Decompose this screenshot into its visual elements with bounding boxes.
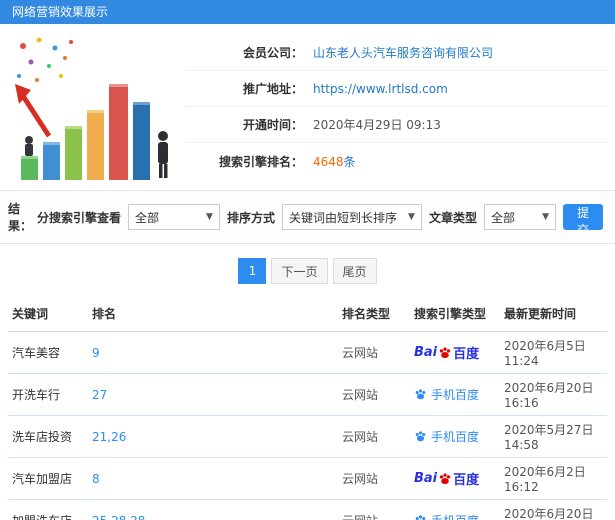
rank-count: 4648	[313, 154, 344, 169]
engine-filter-label: 分搜索引擎查看	[36, 210, 121, 225]
info-row-company: 会员公司： 山东老人头汽车服务咨询有限公司	[185, 35, 609, 71]
member-info-list: 会员公司： 山东老人头汽车服务咨询有限公司 推广地址： https://www.…	[185, 35, 615, 179]
next-page-button[interactable]: 下一页	[271, 258, 328, 284]
engine-cell: Bai 百度	[410, 457, 500, 500]
keyword-cell: 汽车美容	[8, 331, 88, 374]
rank-cell: 9	[88, 331, 338, 374]
filter-controls: 分搜索引擎查看 全部 ▼ 排序方式 关键词由短到长排序 ▼ 文章类型 全部 ▼ …	[36, 204, 607, 237]
last-page-button[interactable]: 尾页	[332, 258, 377, 284]
page-title: 网络营销效果展示	[12, 5, 109, 19]
sort-value: 关键词由短到长排序	[288, 210, 397, 225]
article-type-value: 全部	[490, 210, 515, 225]
engine-rank-label: 搜索引擎排名：	[218, 154, 303, 169]
table-header-row: 关键词 排名 排名类型 搜索引擎类型 最新更新时间	[8, 296, 607, 332]
rank-type-cell: 云网站	[338, 415, 410, 458]
baidu-logo: Bai 百度	[414, 471, 480, 488]
info-row-engine-rank: 搜索引擎排名： 4648条	[185, 143, 609, 179]
table-row: 汽车加盟店 8 云网站 Bai 百度 2020年6月2日 16:12	[8, 457, 607, 500]
mobile-baidu-paw-icon	[415, 388, 426, 399]
mobile-baidu-logo: 手机百度	[414, 512, 479, 520]
rank-type-cell: 云网站	[338, 331, 410, 374]
article-type-label: 文章类型	[428, 210, 477, 225]
header-rank-type: 排名类型	[338, 296, 410, 332]
engine-cell: Bai 百度	[410, 331, 500, 374]
engine-rank-value: 4648条	[313, 153, 356, 170]
keyword-cell: 加盟洗车店	[8, 499, 88, 520]
keyword-cell: 汽车加盟店	[8, 457, 88, 500]
engine-cell: 手机百度	[410, 499, 500, 520]
bar-chart-graphic	[14, 37, 168, 180]
updated-cell: 2020年6月20日 16:16	[500, 373, 607, 416]
results-filter-bar: 结果： 分搜索引擎查看 全部 ▼ 排序方式 关键词由短到长排序 ▼ 文章类型 全…	[0, 190, 615, 244]
table-row: 洗车店投资 21,26 云网站 手机百度 2020年5月27日 14:58	[8, 415, 607, 458]
keyword-rank-table: 关键词 排名 排名类型 搜索引擎类型 最新更新时间 汽车美容 9 云网站 Bai…	[8, 296, 607, 520]
updated-cell: 2020年6月20日 16:11	[500, 499, 607, 520]
header-keyword: 关键词	[8, 296, 88, 332]
table-row: 开洗车行 27 云网站 手机百度 2020年6月20日 16:16	[8, 373, 607, 416]
table-row: 加盟洗车店 25,28,28 云网站 手机百度 2020年6月20日 16:11	[8, 499, 607, 520]
rank-cell: 21,26	[88, 415, 338, 458]
mobile-baidu-paw-icon	[415, 514, 426, 520]
engine-filter-select[interactable]: 全部 ▼	[127, 204, 220, 230]
rank-type-cell: 云网站	[338, 499, 410, 520]
page-1-button[interactable]: 1	[238, 258, 267, 284]
article-type-select[interactable]: 全部 ▼	[483, 204, 556, 230]
header-rank: 排名	[88, 296, 338, 332]
rank-cell: 8	[88, 457, 338, 500]
baidu-paw-icon	[439, 472, 451, 484]
updated-cell: 2020年6月5日 11:24	[500, 331, 607, 374]
keyword-cell: 洗车店投资	[8, 415, 88, 458]
rank-cell: 27	[88, 373, 338, 416]
mobile-baidu-paw-icon	[415, 430, 426, 441]
keyword-cell: 开洗车行	[8, 373, 88, 416]
header-engine: 搜索引擎类型	[410, 296, 500, 332]
open-time-value: 2020年4月29日 09:13	[313, 118, 441, 132]
pagination: 1 下一页 尾页	[0, 258, 615, 284]
company-label: 会员公司：	[242, 46, 303, 60]
chevron-down-icon: ▼	[542, 212, 549, 222]
engine-cell: 手机百度	[410, 415, 500, 458]
results-section-label: 结果：	[8, 202, 33, 233]
company-link[interactable]: 山东老人头汽车服务咨询有限公司	[313, 44, 493, 61]
sort-label: 排序方式	[226, 210, 275, 225]
page-title-bar: 网络营销效果展示	[0, 0, 615, 24]
submit-button[interactable]: 提交	[562, 204, 603, 237]
baidu-paw-icon	[439, 346, 451, 358]
rank-type-cell: 云网站	[338, 373, 410, 416]
updated-cell: 2020年5月27日 14:58	[500, 415, 607, 458]
promo-url-label: 推广地址：	[242, 82, 303, 96]
mobile-baidu-logo: 手机百度	[414, 386, 479, 403]
updated-cell: 2020年6月2日 16:12	[500, 457, 607, 500]
member-info-section: 会员公司： 山东老人头汽车服务咨询有限公司 推广地址： https://www.…	[0, 24, 615, 190]
rank-unit: 条	[343, 154, 356, 169]
baidu-logo: Bai 百度	[414, 345, 480, 362]
growth-chart-illustration	[0, 32, 185, 182]
rank-cell: 25,28,28	[88, 499, 338, 520]
chevron-down-icon: ▼	[408, 212, 415, 222]
mobile-baidu-logo: 手机百度	[414, 428, 479, 445]
info-row-url: 推广地址： https://www.lrtlsd.com	[185, 71, 609, 107]
info-row-open-time: 开通时间： 2020年4月29日 09:13	[185, 107, 609, 143]
rank-type-cell: 云网站	[338, 457, 410, 500]
header-updated: 最新更新时间	[500, 296, 607, 332]
engine-cell: 手机百度	[410, 373, 500, 416]
sort-select[interactable]: 关键词由短到长排序 ▼	[281, 204, 422, 230]
promo-url-link[interactable]: https://www.lrtlsd.com	[313, 82, 448, 96]
table-row: 汽车美容 9 云网站 Bai 百度 2020年6月5日 11:24	[8, 331, 607, 374]
engine-filter-value: 全部	[134, 210, 159, 225]
chevron-down-icon: ▼	[206, 212, 213, 222]
open-time-label: 开通时间：	[242, 118, 303, 132]
